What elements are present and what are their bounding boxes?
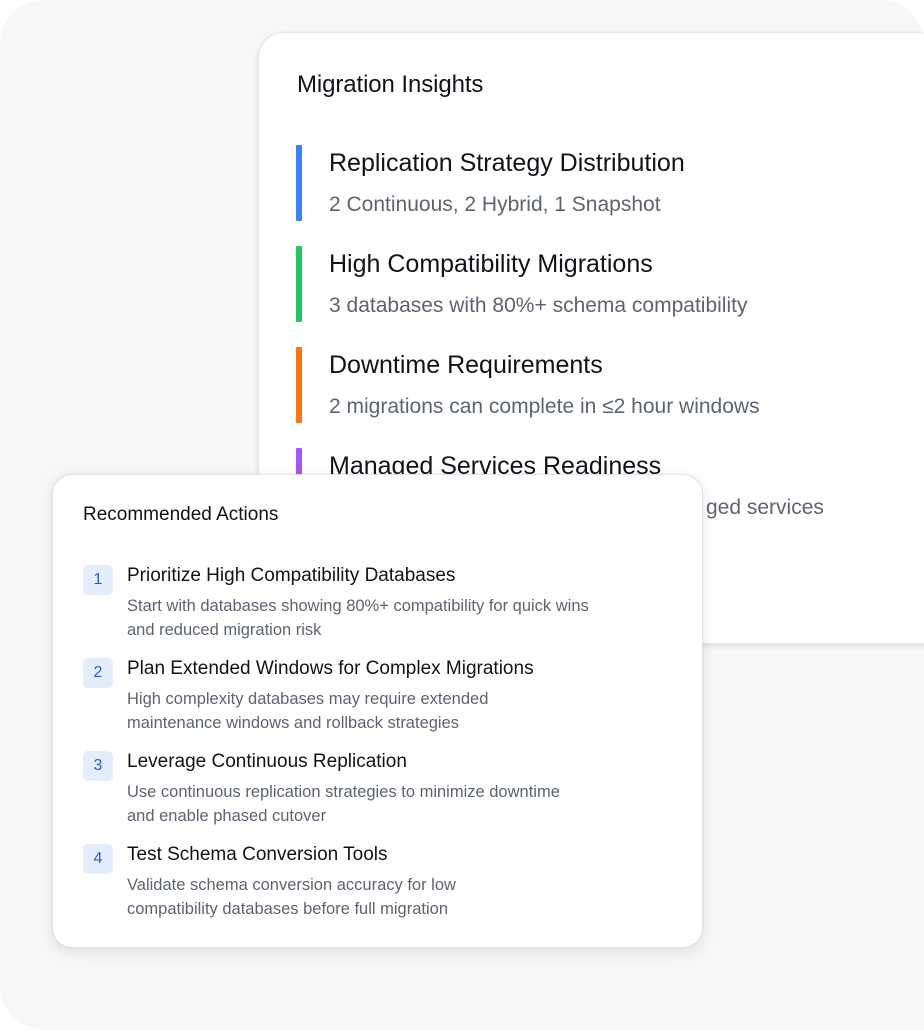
insight-description: ged services xyxy=(706,496,824,519)
action-description-line: Start with databases showing 80%+ compat… xyxy=(127,597,589,615)
action-description-line: High complexity databases may require ex… xyxy=(127,690,489,708)
insight-accent-bar xyxy=(296,246,302,322)
insight-replication-strategy: Replication Strategy Distribution 2 Cont… xyxy=(296,145,924,221)
action-title: Test Schema Conversion Tools xyxy=(127,844,388,865)
action-description-line: compatibility databases before full migr… xyxy=(127,900,449,918)
action-description-line: maintenance windows and rollback strateg… xyxy=(127,714,460,732)
action-item: 2 Plan Extended Windows for Complex Migr… xyxy=(83,658,673,738)
action-description: Start with databases showing 80%+ compat… xyxy=(127,594,647,642)
action-number-badge: 1 xyxy=(83,565,113,595)
action-item: 1 Prioritize High Compatibility Database… xyxy=(83,565,673,645)
insight-description: 2 Continuous, 2 Hybrid, 1 Snapshot xyxy=(329,193,661,216)
action-number-badge: 4 xyxy=(83,844,113,874)
insight-title: Replication Strategy Distribution xyxy=(329,149,685,177)
insight-accent-bar xyxy=(296,145,302,221)
insight-title: High Compatibility Migrations xyxy=(329,250,653,278)
insights-title: Migration Insights xyxy=(297,71,484,98)
insight-title: Downtime Requirements xyxy=(329,351,603,379)
action-title: Plan Extended Windows for Complex Migrat… xyxy=(127,658,534,679)
insight-downtime-requirements: Downtime Requirements 2 migrations can c… xyxy=(296,347,924,423)
insight-accent-bar xyxy=(296,347,302,423)
action-description-line: and reduced migration risk xyxy=(127,621,322,639)
backdrop: Migration Insights Replication Strategy … xyxy=(0,0,924,1030)
action-title: Leverage Continuous Replication xyxy=(127,751,407,772)
action-description: Use continuous replication strategies to… xyxy=(127,780,647,828)
action-item: 4 Test Schema Conversion Tools Validate … xyxy=(83,844,673,924)
action-number-badge: 2 xyxy=(83,658,113,688)
action-description-line: and enable phased cutover xyxy=(127,807,327,825)
action-item: 3 Leverage Continuous Replication Use co… xyxy=(83,751,673,831)
actions-title: Recommended Actions xyxy=(83,504,279,525)
insight-description: 3 databases with 80%+ schema compatibili… xyxy=(329,294,748,317)
insight-high-compatibility: High Compatibility Migrations 3 database… xyxy=(296,246,924,322)
action-title: Prioritize High Compatibility Databases xyxy=(127,565,456,586)
recommended-actions-card: Recommended Actions 1 Prioritize High Co… xyxy=(52,474,703,948)
action-description: High complexity databases may require ex… xyxy=(127,687,647,735)
action-description-line: Use continuous replication strategies to… xyxy=(127,783,560,801)
action-description-line: Validate schema conversion accuracy for … xyxy=(127,876,456,894)
action-description: Validate schema conversion accuracy for … xyxy=(127,873,647,921)
insight-description: 2 migrations can complete in ≤2 hour win… xyxy=(329,395,760,418)
action-number-badge: 3 xyxy=(83,751,113,781)
